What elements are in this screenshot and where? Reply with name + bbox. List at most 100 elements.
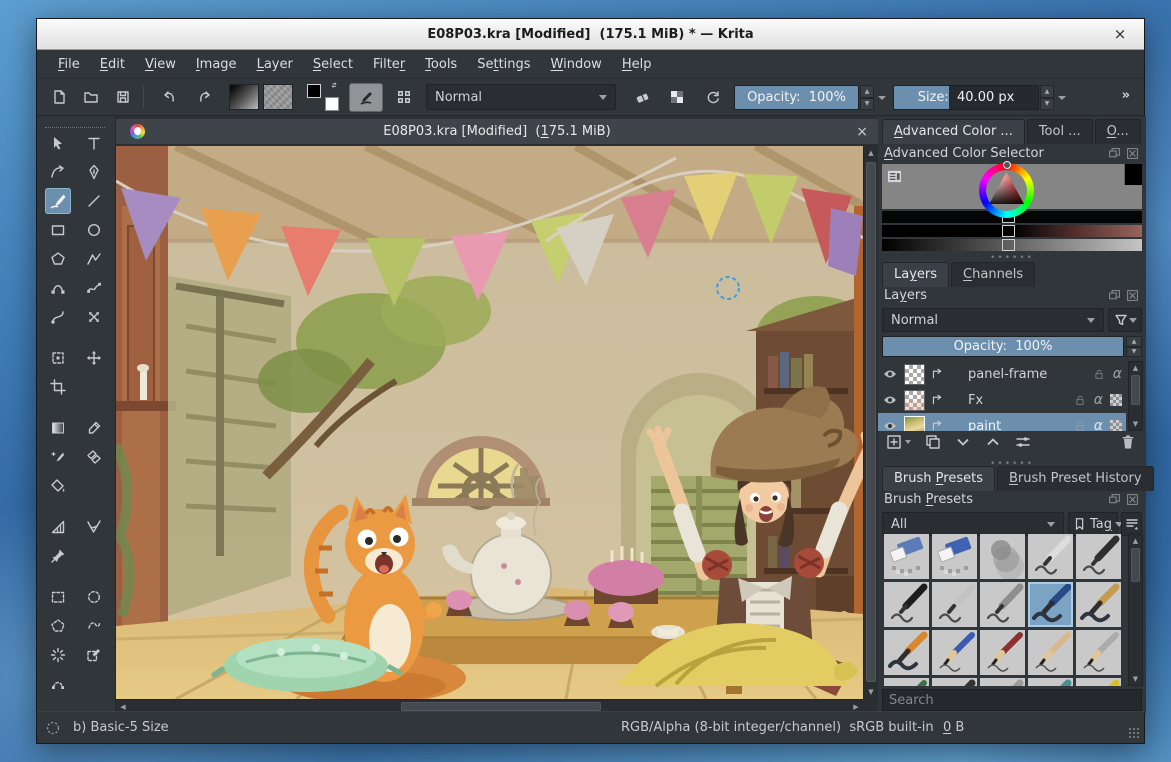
docker-tab-o[interactable]: O...: [1095, 119, 1141, 144]
ellipse-select-tool[interactable]: [81, 584, 107, 610]
layer-alpha-lock-icon[interactable]: α: [1094, 418, 1103, 431]
eraser-mode-button[interactable]: [629, 83, 657, 111]
color-sampler-tool[interactable]: [81, 415, 107, 441]
foreground-color-swatch[interactable]: [307, 84, 321, 98]
color-wheel[interactable]: [979, 163, 1034, 218]
rect-select-tool[interactable]: [45, 584, 71, 610]
vertical-scroll-thumb[interactable]: [866, 162, 876, 682]
scroll-up-icon[interactable]: ▲: [864, 149, 878, 157]
scroll-down-icon[interactable]: ▼: [864, 688, 878, 696]
gradient-swatch-button[interactable]: [229, 84, 259, 110]
workspace-chooser-button[interactable]: [389, 83, 419, 111]
toolbar-overflow-button[interactable]: »: [1122, 88, 1130, 103]
freehand-path-tool[interactable]: [81, 275, 107, 301]
tab-brush-presets[interactable]: Brush Presets: [882, 466, 995, 491]
color-triangle[interactable]: [979, 163, 1034, 218]
polygon-select-tool[interactable]: [45, 613, 71, 639]
brush-preset-pen-3[interactable]: [1028, 534, 1073, 579]
close-docker-icon[interactable]: [1126, 493, 1140, 507]
brush-preset-pen-16[interactable]: [932, 678, 977, 686]
size-options-arrow[interactable]: [1057, 93, 1067, 103]
layer-row-panel-frame[interactable]: panel-frameα: [878, 361, 1126, 387]
menu-filter[interactable]: Filter: [364, 53, 414, 76]
docker-tab-tool[interactable]: Tool ...: [1027, 119, 1093, 144]
multibrush-tool[interactable]: [81, 304, 107, 330]
brush-editor-button[interactable]: [349, 83, 383, 112]
subwindow-close-button[interactable]: ×: [856, 124, 868, 140]
reference-images-tool[interactable]: [45, 543, 71, 569]
close-docker-icon[interactable]: [1126, 289, 1140, 303]
gradient-tool[interactable]: [45, 415, 71, 441]
move-tool[interactable]: [81, 345, 107, 371]
brush-preset-pencil-11[interactable]: [932, 630, 977, 675]
menu-settings[interactable]: Settings: [468, 53, 539, 76]
color-bar-3[interactable]: [882, 239, 1142, 251]
move-layer-up-button[interactable]: [985, 434, 1001, 450]
brush-preset-pen-5[interactable]: [884, 582, 929, 627]
layer-lock-icon[interactable]: [1092, 367, 1106, 381]
line-tool[interactable]: [81, 188, 107, 214]
preserve-alpha-button[interactable]: [663, 83, 691, 111]
brush-preset-pen-7[interactable]: [980, 582, 1025, 627]
select-shapes-tool[interactable]: [45, 130, 71, 156]
layer-name[interactable]: panel-frame: [968, 367, 1047, 382]
layer-inherit-alpha-icon[interactable]: [1110, 394, 1122, 406]
rectangle-tool[interactable]: [45, 217, 71, 243]
magic-wand-select-tool[interactable]: [45, 642, 71, 668]
layer-row-paint[interactable]: paintα: [878, 413, 1126, 431]
brush-preset-pen-17[interactable]: [980, 678, 1025, 686]
menu-file[interactable]: File: [49, 53, 89, 76]
layer-list-scrollbar[interactable]: ▲ ▼: [1128, 361, 1143, 431]
size-spinbox[interactable]: ▲▼: [1040, 85, 1054, 110]
layer-properties-button[interactable]: [1015, 434, 1031, 450]
menu-layer[interactable]: Layer: [248, 53, 302, 76]
layer-thumbnail[interactable]: [904, 364, 925, 385]
color-bar-2-handle[interactable]: [1002, 225, 1015, 237]
layer-blending-dropdown[interactable]: Normal: [882, 308, 1104, 332]
subwindow-titlebar[interactable]: E08P03.kra [Modified] (175.1 MiB) ×: [116, 119, 878, 145]
brush-preset-brush-9[interactable]: [1076, 582, 1121, 627]
tab-layers[interactable]: Layers: [882, 262, 949, 287]
last-color-swatch[interactable]: [1124, 164, 1142, 185]
color-selector-settings-icon[interactable]: [887, 169, 902, 184]
menu-window[interactable]: Window: [542, 53, 611, 76]
crop-tool[interactable]: [45, 374, 71, 400]
hue-ring-marker[interactable]: [1003, 161, 1011, 169]
tab-brush-preset-history[interactable]: Brush Preset History: [997, 466, 1154, 491]
brush-preset-brush-8[interactable]: [1028, 582, 1073, 627]
layer-row-Fx[interactable]: Fxα: [878, 387, 1126, 413]
calligraphy-tool[interactable]: [81, 159, 107, 185]
open-document-button[interactable]: [77, 83, 105, 111]
float-docker-icon[interactable]: [1108, 493, 1122, 507]
bezier-curve-tool[interactable]: [45, 275, 71, 301]
menu-select[interactable]: Select: [304, 53, 362, 76]
tab-channels[interactable]: Channels: [951, 262, 1035, 287]
assistants-tool[interactable]: [45, 514, 71, 540]
layer-visibility-icon[interactable]: [882, 366, 898, 382]
foreground-background-colors[interactable]: [307, 84, 341, 111]
magnetic-select-tool[interactable]: [81, 642, 107, 668]
layer-visibility-icon[interactable]: [882, 418, 898, 431]
window-close-button[interactable]: ×: [1110, 24, 1130, 44]
menu-image[interactable]: Image: [187, 53, 246, 76]
float-docker-icon[interactable]: [1108, 147, 1122, 161]
new-document-button[interactable]: [45, 83, 73, 111]
dynamic-brush-tool[interactable]: [45, 304, 71, 330]
display-mode-button[interactable]: [1121, 512, 1142, 536]
smart-patch-tool[interactable]: [81, 444, 107, 470]
opacity-options-arrow[interactable]: [877, 93, 887, 103]
brush-preset-eraser-0[interactable]: [884, 534, 929, 579]
layer-alpha-lock-icon[interactable]: α: [1094, 392, 1103, 408]
float-docker-icon[interactable]: [1108, 289, 1122, 303]
opacity-spinbox[interactable]: ▲▼: [860, 85, 874, 110]
colorize-mask-tool[interactable]: [45, 444, 71, 470]
brush-preset-eraser-1[interactable]: [932, 534, 977, 579]
docker-splitter-handle[interactable]: ••••••: [990, 255, 1034, 261]
memory-usage-label[interactable]: 0 B: [943, 720, 964, 735]
pattern-swatch-button[interactable]: [263, 84, 293, 110]
reload-preset-button[interactable]: [699, 83, 727, 111]
brush-preset-pencil-15[interactable]: [884, 678, 929, 686]
save-button[interactable]: [109, 83, 137, 111]
polygon-tool[interactable]: [45, 246, 71, 272]
menu-view[interactable]: View: [136, 53, 185, 76]
